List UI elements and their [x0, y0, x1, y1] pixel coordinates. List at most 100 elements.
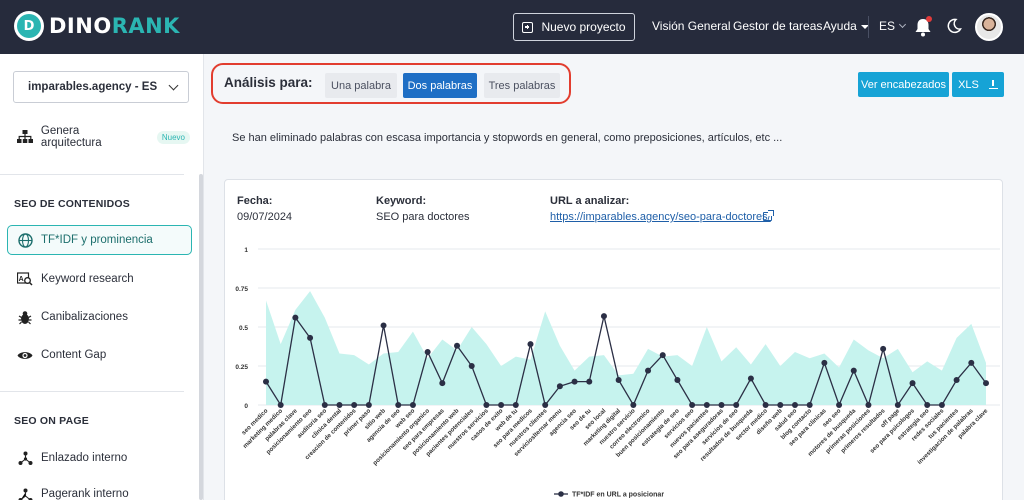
brand-name: DINORANK: [49, 14, 180, 38]
notification-dot: [926, 16, 932, 22]
tfidf-point: [527, 341, 534, 348]
link-tree-icon: [14, 488, 36, 500]
sidebar-divider: [0, 174, 184, 175]
sidebar-item-label: Content Gap: [41, 349, 107, 361]
tfidf-point: [645, 367, 652, 374]
tfidf-point: [674, 377, 681, 384]
tfidf-point: [263, 378, 269, 385]
y-tick-label: 0.75: [235, 286, 248, 293]
nav-overview[interactable]: Visión General: [652, 19, 731, 33]
tfidf-point: [307, 334, 314, 341]
sidebar-item-label: TF*IDF y prominencia: [41, 234, 153, 246]
tfidf-point: [880, 345, 887, 352]
sidebar-item-content-gap[interactable]: Content Gap: [14, 340, 190, 370]
legend-point-swatch: [558, 491, 564, 497]
tfidf-point: [380, 322, 387, 329]
user-avatar[interactable]: [975, 13, 1003, 41]
tfidf-point: [586, 378, 593, 385]
project-select[interactable]: imparables.agency - ES: [13, 71, 189, 103]
keyword-label: Keyword:: [376, 195, 427, 207]
brand-logo[interactable]: D DINORANK: [14, 11, 180, 41]
export-xls-label: XLS: [958, 78, 979, 91]
sidebar-item-label: Canibalizaciones: [41, 311, 128, 323]
sidebar-item-label: Keyword research: [41, 273, 134, 285]
nav-divider: [868, 16, 869, 38]
new-badge: Nuevo: [156, 130, 190, 144]
tfidf-point: [292, 314, 299, 321]
sitemap-icon: [14, 130, 36, 144]
option-dos-palabras[interactable]: Dos palabras: [403, 73, 477, 98]
link-tree-icon: [14, 451, 36, 466]
date-value: 09/07/2024: [237, 211, 293, 223]
globe-icon: [14, 232, 36, 248]
top-navbar: D DINORANK Nuevo proyecto Visión General…: [0, 0, 1024, 54]
url-label: URL a analizar:: [550, 195, 630, 207]
tfidf-chart: 00.250.50.751seo medicomarketing medicop…: [235, 247, 1000, 499]
option-una-palabra[interactable]: Una palabra: [325, 73, 397, 98]
dinosaur-logo-icon: D: [14, 11, 44, 41]
sidebar-item-enlazado-interno[interactable]: Enlazado interno: [14, 443, 190, 473]
sidebar-item-tfidf[interactable]: TF*IDF y prominencia: [7, 225, 192, 255]
export-xls-button[interactable]: XLS: [952, 72, 1004, 97]
tfidf-point: [659, 352, 666, 359]
tfidf-point: [953, 377, 960, 384]
moon-icon[interactable]: [946, 18, 962, 34]
nav-help-label: Ayuda: [823, 19, 857, 33]
language-selector[interactable]: ES: [879, 19, 907, 33]
keyword-value: SEO para doctores: [376, 211, 470, 223]
tfidf-point: [556, 383, 563, 390]
legend-label: TF*IDF en URL a posicionar: [572, 492, 664, 499]
section-heading-seo-on-page: SEO ON PAGE: [14, 415, 89, 427]
language-label: ES: [879, 19, 896, 33]
sidebar: imparables.agency - ES Genera arquitectu…: [0, 54, 204, 500]
new-project-button[interactable]: Nuevo proyecto: [513, 13, 635, 41]
tfidf-point: [468, 363, 475, 369]
tfidf-point: [615, 377, 622, 384]
benchmark-area-series: [266, 291, 986, 405]
tfidf-point: [571, 378, 578, 385]
svg-text:A: A: [19, 276, 24, 283]
view-headers-button[interactable]: Ver encabezados: [858, 72, 949, 97]
section-heading-seo-contenidos: SEO DE CONTENIDOS: [14, 198, 130, 210]
tfidf-point: [909, 380, 916, 387]
tfidf-point: [821, 359, 828, 366]
tfidf-point: [454, 342, 461, 349]
sidebar-item-genera-arquitectura[interactable]: Genera arquitectura Nuevo: [14, 122, 190, 152]
tfidf-point: [439, 380, 446, 387]
external-link-icon[interactable]: [763, 210, 774, 221]
sidebar-item-keyword-research[interactable]: A Keyword research: [14, 264, 190, 294]
sidebar-item-label: Genera arquitectura: [40, 125, 102, 149]
stopwords-notice: Se han eliminado palabras con escasa imp…: [232, 132, 783, 144]
tfidf-point: [850, 367, 857, 374]
eye-icon: [14, 350, 36, 361]
sidebar-scrollbar[interactable]: [199, 174, 203, 500]
analysis-label: Análisis para:: [224, 75, 313, 90]
y-tick-label: 1: [244, 247, 248, 254]
tfidf-point: [747, 375, 754, 382]
tfidf-point: [600, 313, 607, 320]
sidebar-item-canibalizaciones[interactable]: Canibalizaciones: [14, 302, 190, 332]
sidebar-item-label: Enlazado interno: [41, 452, 128, 464]
tfidf-point: [424, 348, 431, 355]
date-label: Fecha:: [237, 195, 273, 207]
sidebar-divider: [0, 391, 184, 392]
sidebar-item-pagerank-interno[interactable]: Pagerank interno: [14, 478, 190, 500]
sidebar-item-label: Pagerank interno: [41, 488, 129, 500]
plus-square-icon: [522, 21, 534, 33]
tfidf-point: [983, 380, 989, 387]
option-tres-palabras[interactable]: Tres palabras: [484, 73, 560, 98]
project-select-value: imparables.agency - ES: [28, 81, 158, 93]
download-icon: [988, 80, 998, 89]
search-keyword-icon: A: [14, 272, 36, 286]
new-project-label: Nuevo proyecto: [541, 20, 626, 34]
nav-task-manager[interactable]: Gestor de tareas: [733, 19, 822, 33]
y-tick-label: 0.5: [239, 325, 248, 332]
y-tick-label: 0: [244, 403, 248, 410]
bug-icon: [14, 310, 36, 325]
url-link[interactable]: https://imparables.agency/seo-para-docto…: [550, 211, 771, 223]
chevron-down-icon: [168, 80, 179, 91]
nav-help[interactable]: Ayuda: [823, 19, 869, 33]
tfidf-point: [968, 359, 975, 366]
y-tick-label: 0.25: [235, 364, 248, 371]
chevron-down-icon: [898, 20, 907, 29]
